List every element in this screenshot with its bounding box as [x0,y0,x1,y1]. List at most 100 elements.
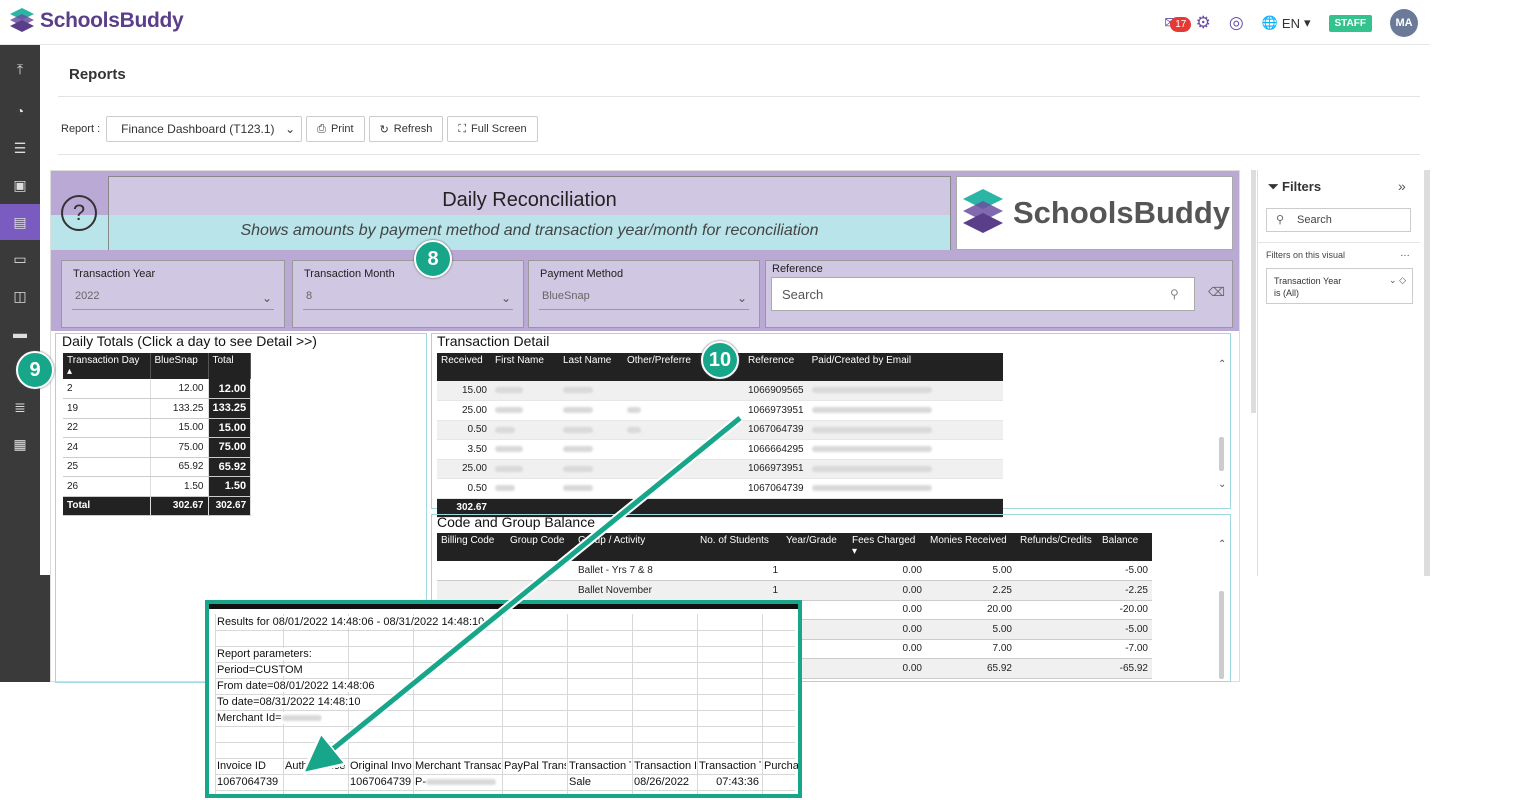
report-label: Report : [61,123,101,135]
collapse-pane-icon[interactable]: » [1398,178,1406,194]
column-header[interactable]: Balance [1098,533,1152,561]
column-header[interactable]: Refunds/Credits [1016,533,1098,561]
print-button[interactable]: ⎙ Print [306,116,365,142]
column-header[interactable]: Reference [744,353,808,381]
sidebar-reports-icon[interactable]: ▤ [0,204,40,240]
table-row[interactable]: 2 12.00 12.00 [63,379,252,399]
table-row[interactable]: Ballet November 1 0.00 2.25 -2.25 [437,580,1152,601]
column-header[interactable]: Fees Charged ▾ [848,533,926,561]
column-header[interactable]: Received [437,353,491,381]
eraser-icon[interactable]: ⌫ [1208,285,1225,299]
table-row[interactable]: 24 75.00 75.00 [63,437,252,458]
table-row[interactable]: 15.00 1066909565 [437,381,1003,401]
help-question-icon[interactable]: ? [61,195,97,231]
vertical-scrollbar[interactable] [1219,437,1224,471]
column-header[interactable]: Group Code [506,533,574,561]
filters-section-label: Filters on this visual [1266,250,1346,260]
table-row[interactable]: 0.50 1067064739 [437,420,1003,440]
report-scrollbar[interactable] [1251,170,1256,413]
table-row[interactable]: 26 1.50 1.50 [63,476,252,497]
column-header[interactable]: First Name [491,353,559,381]
chevron-down-icon: ⌄ [500,291,511,305]
table-row[interactable]: 3.50 1066664295 [437,439,1003,460]
filters-title: Filters [1282,179,1322,194]
chevron-eraser-icon[interactable]: ⌄ ◇ [1389,274,1406,286]
sidebar-list-icon[interactable]: ≣ [0,389,40,425]
table-row[interactable]: 25 65.92 65.92 [63,457,252,477]
messages-button[interactable]: ✉ 17 [1164,13,1192,33]
column-header[interactable]: Transaction Day ▴ [63,353,151,379]
step-8-callout: 8 [414,240,452,278]
reference-cell: 1066664295 [744,439,808,460]
column-header[interactable]: BlueSnap [150,353,209,379]
refresh-button[interactable]: ↻ Refresh [368,116,444,142]
spreadsheet-cell: Results for 08/01/2022 14:48:06 - 08/31/… [217,616,489,628]
filters-search-input[interactable]: Search [1266,208,1411,232]
spreadsheet-cell: 08/26/2022 [634,776,690,788]
sidebar-wallet-icon[interactable]: ◫ [0,278,40,314]
column-header[interactable]: Billing Code [437,533,506,561]
blurred-cell [623,400,744,421]
step-9-callout: 9 [16,351,54,389]
caret-down-icon: ▾ [1303,15,1311,30]
grid-line [215,726,795,727]
table-row[interactable]: 25.00 1066973951 [437,459,1003,479]
transaction-month-slicer[interactable]: Transaction Month 8 ⌄ [292,260,524,328]
blurred-cell [623,381,744,401]
scroll-up-icon[interactable]: ⌃ [1218,539,1226,550]
spreadsheet-cell: 1067064739 [350,776,412,788]
reference-search-input[interactable]: Search [771,277,1195,311]
report-selected-value: Finance Dashboard (T123.1) [121,122,275,136]
page-scrollbar[interactable] [1424,170,1430,576]
vertical-scrollbar[interactable] [1219,591,1224,679]
scroll-down-icon[interactable]: ⌄ [1218,479,1226,490]
column-header[interactable]: Monies Received [926,533,1016,561]
spreadsheet-cell: 1067064739 [217,776,279,788]
column-header[interactable]: Last Name [559,353,623,381]
table-row[interactable]: 19 133.25 133.25 [63,398,252,419]
balance-cell: -2.25 [1098,580,1152,601]
spreadsheet-header-cell: Transaction T [699,760,761,772]
table-row[interactable]: 0.50 1067064739 [437,478,1003,499]
table-row[interactable]: 25.00 1066973951 [437,400,1003,421]
blurred-cell [559,439,623,460]
day-cell: 26 [63,476,151,497]
report-select[interactable]: Finance Dashboard (T123.1) ⌄ [106,116,303,142]
day-cell: 2 [63,379,151,399]
sidebar-money-icon[interactable]: ▣ [0,167,40,203]
filter-card-transaction-year[interactable]: Transaction Year is (All) ⌄ ◇ [1266,268,1413,304]
language-selector[interactable]: 🌐 EN ▾ [1262,15,1311,31]
sidebar-ticket-icon[interactable]: ▬ [0,315,40,351]
scroll-up-icon[interactable]: ⌃ [1218,359,1226,370]
blurred-cell [623,459,744,479]
grid-line [215,662,795,663]
column-header[interactable]: Paid/Created by Email [807,353,1003,381]
sidebar-table-icon[interactable]: ▦ [0,426,40,462]
sidebar-id-card-icon[interactable]: ▭ [0,241,40,277]
fullscreen-button[interactable]: ⛶ Full Screen [447,116,538,142]
sidebar-dashboard-icon[interactable]: ◔ [0,93,40,129]
column-header[interactable]: No. of Students [696,533,782,561]
grid-line [215,646,795,647]
more-options-icon[interactable]: … [1400,248,1410,259]
bluesnap-cell: 65.92 [150,457,209,477]
brand-logo[interactable]: SchoolsBuddy [8,6,184,36]
column-header[interactable]: Total [208,353,252,379]
table-row[interactable]: 22 15.00 15.00 [63,418,252,438]
user-avatar[interactable]: MA [1390,9,1418,37]
transaction-year-slicer[interactable]: Transaction Year 2022 ⌄ [61,260,285,328]
sidebar-collapse-arrow-icon[interactable]: ⤒ [0,51,40,87]
column-header[interactable]: Year/Grade [782,533,848,561]
help-lifebuoy-icon[interactable]: ◎ [1229,13,1244,33]
sidebar-documents-icon[interactable]: ☰ [0,130,40,166]
chevron-down-icon: ⌄ [736,291,747,305]
balance-cell: -20.00 [1098,600,1152,620]
table-row[interactable]: Ballet - Yrs 7 & 8 1 0.00 5.00 -5.00 [437,561,1152,581]
total-total: 302.67 [208,496,252,516]
settings-gear-icon[interactable]: ⚙ [1196,13,1211,33]
logo-cube-icon [962,189,1003,233]
payment-method-slicer[interactable]: Payment Method BlueSnap ⌄ [528,260,760,328]
balance-cell: -5.00 [1098,561,1152,581]
column-header[interactable]: Group / Activity [574,533,696,561]
total-cell: 75.00 [208,437,252,458]
